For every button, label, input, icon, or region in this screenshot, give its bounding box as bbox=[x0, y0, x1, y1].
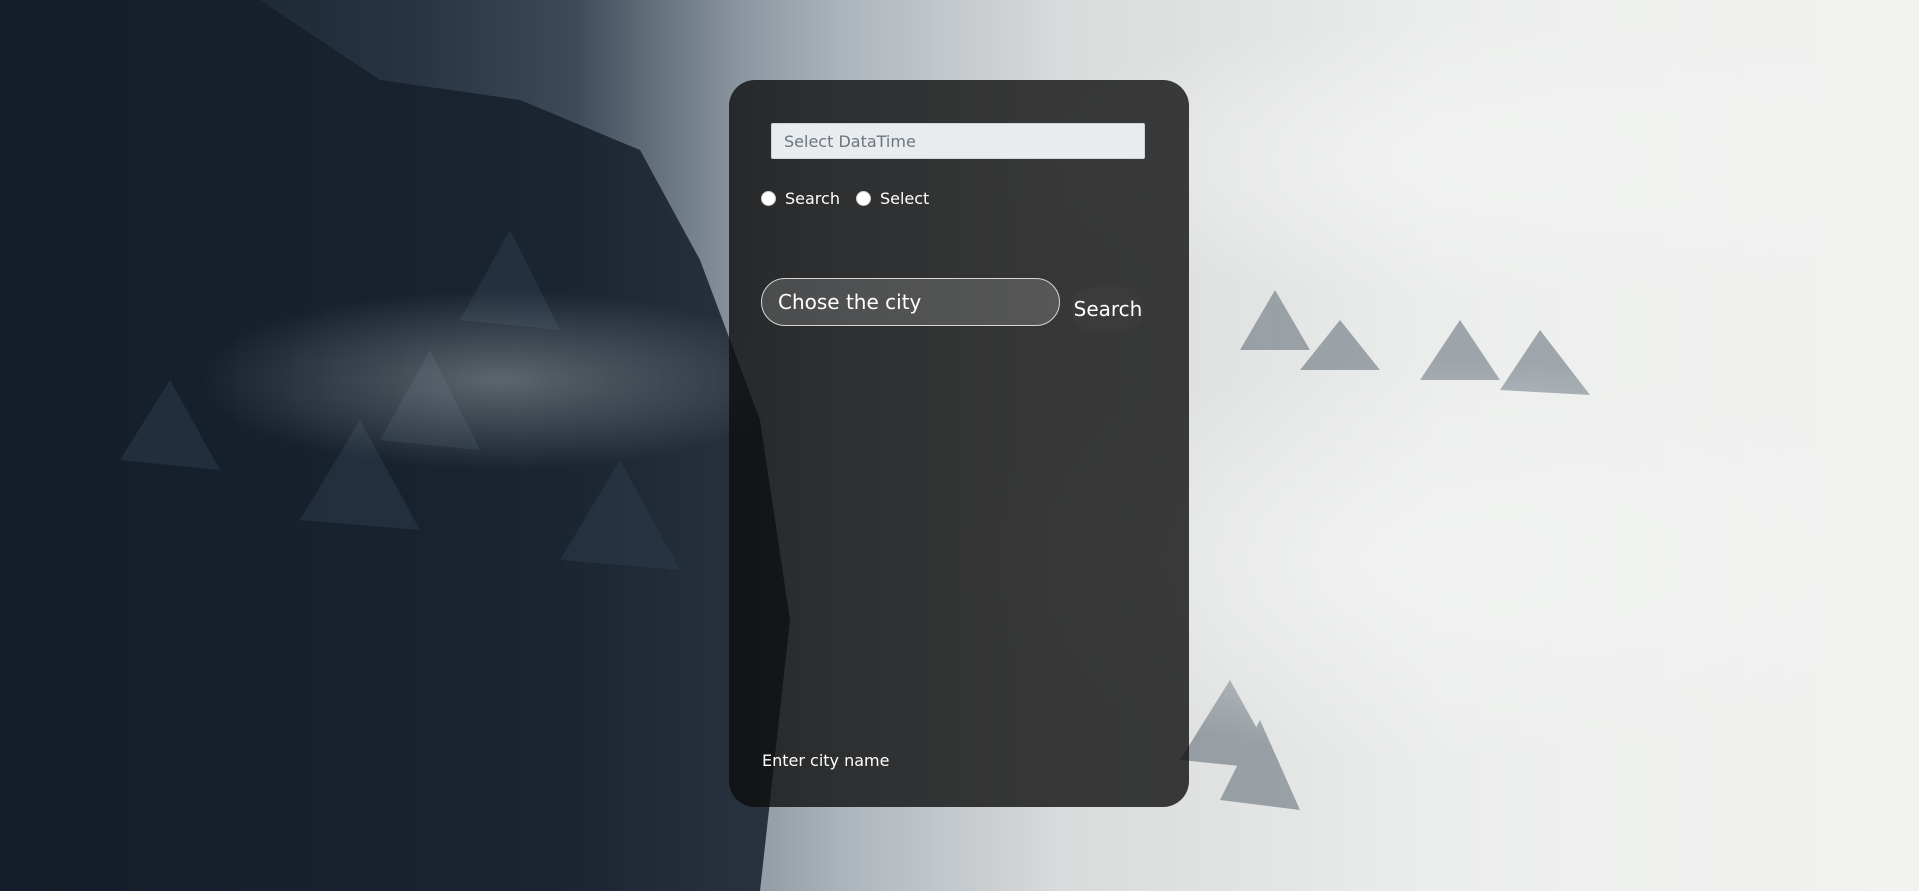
select-mode-label: Select bbox=[879, 188, 930, 208]
search-mode-label: Search bbox=[785, 188, 840, 208]
hint-text: Enter city name bbox=[762, 751, 890, 770]
search-button[interactable]: Search bbox=[1071, 287, 1145, 331]
city-search-input[interactable] bbox=[761, 278, 1060, 326]
weather-panel: Search Select Search Enter city name bbox=[729, 80, 1189, 807]
select-mode-radio[interactable] bbox=[855, 190, 871, 206]
datetime-input[interactable] bbox=[771, 123, 1145, 159]
search-mode-radio[interactable] bbox=[761, 190, 776, 206]
mode-radio-group: Search Select bbox=[761, 188, 945, 208]
